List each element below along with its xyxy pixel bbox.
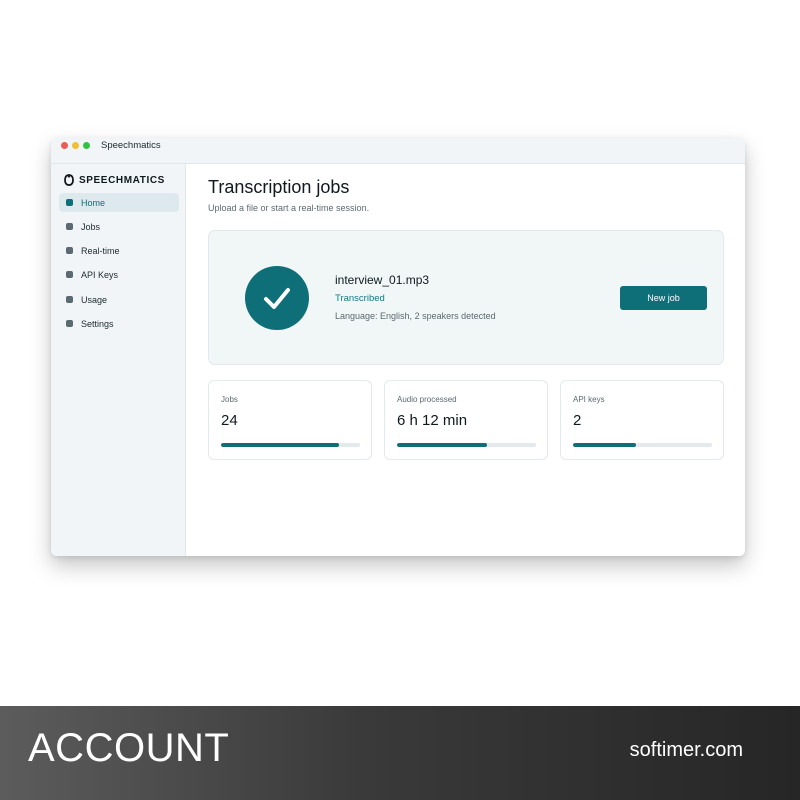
stat-progress-track bbox=[573, 443, 712, 447]
home-icon bbox=[66, 199, 73, 206]
main-content: Transcription jobs Upload a file or star… bbox=[187, 164, 745, 556]
stat-label: Jobs bbox=[221, 395, 238, 404]
sidebar-item-label: Usage bbox=[81, 294, 108, 305]
sidebar-item-label: Settings bbox=[81, 318, 114, 329]
page: Speechmatics SPEECHMATICS Home Jobs Real bbox=[0, 0, 800, 800]
job-meta: Language: English, 2 speakers detected bbox=[335, 311, 496, 321]
footer-caption: ACCOUNT bbox=[28, 726, 230, 770]
stat-label: API keys bbox=[573, 395, 605, 404]
stat-value: 2 bbox=[573, 412, 582, 429]
stat-label: Audio processed bbox=[397, 395, 457, 404]
api-keys-icon bbox=[66, 271, 73, 278]
stat-card-api-keys: API keys 2 bbox=[560, 380, 724, 460]
jobs-icon bbox=[66, 223, 73, 230]
stat-value: 24 bbox=[221, 412, 238, 429]
close-window-button[interactable] bbox=[61, 142, 68, 149]
sidebar-item-label: Real-time bbox=[81, 245, 120, 256]
stat-progress-track bbox=[397, 443, 536, 447]
settings-icon bbox=[66, 320, 73, 327]
sidebar-item-usage[interactable]: Usage bbox=[59, 290, 179, 309]
stat-progress-fill bbox=[573, 443, 636, 447]
brand-logo: SPEECHMATICS bbox=[64, 173, 165, 187]
app-window: Speechmatics SPEECHMATICS Home Jobs Real bbox=[51, 138, 745, 556]
footer-banner: ACCOUNT softimer.com bbox=[0, 706, 800, 800]
minimize-window-button[interactable] bbox=[72, 142, 79, 149]
maximize-window-button[interactable] bbox=[83, 142, 90, 149]
check-icon bbox=[264, 288, 290, 309]
stat-progress-track bbox=[221, 443, 360, 447]
stat-value: 6 h 12 min bbox=[397, 412, 468, 429]
job-file-name: interview_01.mp3 bbox=[335, 273, 430, 287]
sidebar-item-jobs[interactable]: Jobs bbox=[59, 217, 179, 236]
sidebar-item-label: Jobs bbox=[81, 221, 101, 232]
page-title: Transcription jobs bbox=[208, 177, 350, 197]
sidebar-item-home[interactable]: Home bbox=[59, 193, 179, 212]
sidebar-item-api-keys[interactable]: API Keys bbox=[59, 265, 179, 284]
job-card: interview_01.mp3 Transcribed Language: E… bbox=[208, 230, 724, 365]
sidebar-item-real-time[interactable]: Real-time bbox=[59, 241, 179, 260]
page-subtitle: Upload a file or start a real-time sessi… bbox=[208, 203, 370, 213]
speechmatics-logo-icon bbox=[64, 174, 74, 186]
sidebar-item-label: Home bbox=[81, 197, 106, 208]
stat-progress-fill bbox=[221, 443, 340, 447]
sidebar: SPEECHMATICS Home Jobs Real-time API Key… bbox=[51, 164, 186, 556]
usage-icon bbox=[66, 296, 73, 303]
brand-name: SPEECHMATICS bbox=[79, 174, 165, 186]
new-job-button[interactable]: New job bbox=[620, 286, 707, 310]
stat-card-audio-processed: Audio processed 6 h 12 min bbox=[384, 380, 548, 460]
job-status-indicator bbox=[245, 266, 309, 330]
sidebar-item-label: API Keys bbox=[81, 269, 119, 280]
job-status: Transcribed bbox=[335, 293, 385, 304]
window-title: Speechmatics bbox=[101, 140, 161, 151]
footer-website: softimer.com bbox=[629, 739, 743, 761]
sidebar-item-settings[interactable]: Settings bbox=[59, 314, 179, 333]
stat-card-jobs: Jobs 24 bbox=[208, 380, 372, 460]
stat-progress-fill bbox=[397, 443, 488, 447]
real-time-icon bbox=[66, 247, 73, 254]
title-bar: Speechmatics bbox=[51, 138, 745, 164]
